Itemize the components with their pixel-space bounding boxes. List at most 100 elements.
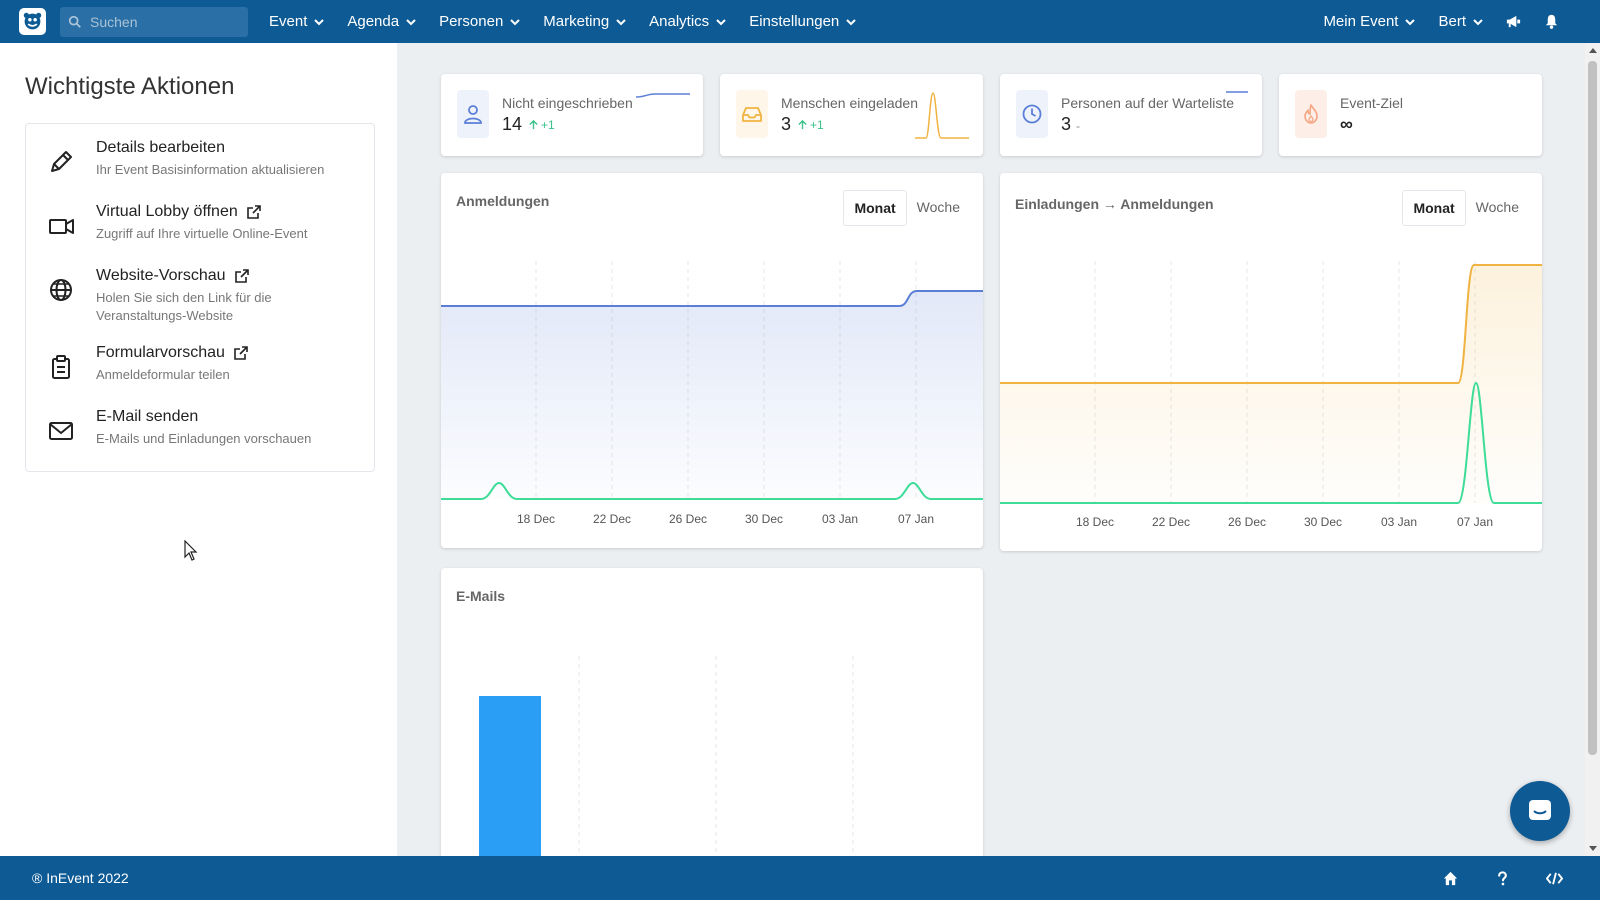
event-switcher[interactable]: Mein Event [1323, 13, 1416, 30]
megaphone-icon [1506, 15, 1520, 28]
inevent-logo[interactable] [19, 8, 46, 35]
chat-launcher-button[interactable] [1510, 781, 1570, 841]
nav-marketing-label: Marketing [543, 13, 610, 30]
nav-marketing[interactable]: Marketing [543, 13, 627, 30]
chat-icon [1529, 800, 1551, 820]
home-button[interactable] [1424, 856, 1476, 900]
stat-card-waitlist[interactable]: Personen auf der Warteliste 3- [1000, 74, 1262, 156]
external-link-icon [234, 346, 248, 360]
stat-card-event-goal[interactable]: Event-Ziel ∞ [1279, 74, 1542, 156]
x-tick-label: 07 Jan [898, 512, 934, 526]
action-title: E-Mail senden [96, 408, 199, 425]
stat-card-not-registered[interactable]: Nicht eingeschrieben 14 +1 [441, 74, 703, 156]
stat-dash: - [1076, 119, 1081, 133]
user-icon [464, 105, 482, 124]
main-nav: Event Agenda Personen Marketing Analytic… [269, 0, 879, 43]
help-button[interactable] [1476, 856, 1528, 900]
nav-agenda[interactable]: Agenda [347, 13, 417, 30]
page-scrollbar[interactable] [1585, 43, 1600, 856]
stat-delta: +1 [797, 118, 824, 132]
inbox-icon [742, 107, 762, 122]
stat-number: 3 [1061, 114, 1072, 134]
external-link-icon [246, 205, 261, 219]
x-tick-label: 22 Dec [1152, 515, 1190, 529]
bell-icon [1545, 14, 1557, 29]
action-send-email[interactable]: E-Mail senden E-Mails und Einladungen vor… [26, 399, 374, 463]
chevron-down-icon [314, 18, 325, 25]
search-input[interactable] [90, 14, 240, 30]
x-tick-label: 18 Dec [517, 512, 555, 526]
action-subtitle: Zugriff auf Ihre virtuelle Online-Event [96, 226, 308, 241]
announcements-button[interactable] [1494, 0, 1532, 43]
stat-icon-wrap [1016, 90, 1048, 138]
registrations-chart-card: Anmeldungen Monat Woche 18 Dec 22 Dec 26 D… [441, 173, 983, 548]
footer: ® InEvent 2022 [0, 856, 1600, 900]
chevron-down-icon [1473, 18, 1483, 25]
scroll-down-arrow[interactable] [1589, 846, 1597, 851]
scroll-thumb[interactable] [1588, 61, 1597, 755]
arrow-up-icon [798, 119, 807, 130]
arrow-up-icon [529, 119, 538, 130]
conversion-chart: 18 Dec 22 Dec 26 Dec 30 Dec 03 Jan 07 Jan [1000, 261, 1542, 529]
action-open-lobby[interactable]: Virtual Lobby öffnen Zugriff auf Ihre vir… [26, 194, 374, 258]
action-form-preview[interactable]: Formularvorschau Anmeldeformular teilen [26, 335, 374, 399]
logo-icon [23, 12, 42, 30]
action-title: Virtual Lobby öffnen [96, 203, 238, 220]
top-navbar: Event Agenda Personen Marketing Analytic… [0, 0, 1600, 43]
chevron-down-icon [716, 18, 726, 25]
emails-chart [479, 656, 854, 868]
stat-icon-wrap [736, 90, 768, 138]
nav-personen[interactable]: Personen [439, 13, 521, 30]
sidebar-title: Wichtigste Aktionen [25, 73, 235, 100]
stat-card-invited[interactable]: Menschen eingeladen 3 +1 [720, 74, 983, 156]
action-subtitle: Ihr Event Basisinformation aktualisieren [96, 162, 325, 177]
registrations-chart: 18 Dec 22 Dec 26 Dec 30 Dec 03 Jan 07 Jan [441, 261, 983, 526]
stat-number: 14 [502, 114, 523, 134]
series-line [1000, 264, 1542, 384]
stat-label: Event-Ziel [1340, 95, 1404, 111]
stat-value: 3- [1061, 114, 1080, 135]
stat-delta-value: +1 [810, 117, 824, 132]
stat-icon-wrap [1295, 90, 1327, 138]
action-title: Formularvorschau [96, 344, 225, 361]
nav-event[interactable]: Event [269, 13, 325, 30]
action-website-preview[interactable]: Website-Vorschau Holen Sie sich den Link … [26, 258, 374, 335]
x-tick-label: 07 Jan [1457, 515, 1493, 529]
sidebar: Wichtigste Aktionen Details bearbeiten Ih… [0, 43, 397, 856]
chevron-down-icon [406, 18, 416, 25]
x-tick-label: 18 Dec [1076, 515, 1114, 529]
question-icon [1497, 870, 1507, 885]
stat-number: 3 [781, 114, 792, 134]
user-menu[interactable]: Bert [1438, 13, 1484, 30]
action-subtitle: E-Mails und Einladungen vorschauen [96, 431, 312, 446]
stat-value: 14 +1 [502, 114, 555, 135]
action-edit-details[interactable]: Details bearbeiten Ihr Event Basisinforma… [26, 130, 374, 194]
chevron-down-icon [510, 18, 521, 25]
emails-chart-card: E-Mails [441, 568, 983, 868]
action-subtitle: Anmeldeformular teilen [96, 367, 230, 382]
x-tick-label: 22 Dec [593, 512, 631, 526]
notifications-button[interactable] [1532, 0, 1570, 43]
stat-delta: +1 [528, 118, 555, 132]
envelope-icon [49, 422, 73, 440]
external-link-icon [234, 269, 249, 283]
series-line [441, 290, 983, 307]
copyright-text: ® InEvent 2022 [32, 870, 129, 886]
scroll-up-arrow[interactable] [1589, 48, 1597, 53]
x-tick-label: 03 Jan [822, 512, 858, 526]
clock-icon [1022, 104, 1042, 124]
series-area [441, 291, 983, 499]
stat-sparkline [1226, 91, 1248, 93]
user-menu-label: Bert [1438, 13, 1466, 30]
developer-button[interactable] [1528, 856, 1580, 900]
search-icon [68, 15, 81, 28]
action-subtitle: Holen Sie sich den Link für die Veransta… [96, 290, 272, 323]
stat-icon-wrap [457, 90, 489, 138]
action-title: Website-Vorschau [96, 267, 226, 284]
conversion-chart-card: Einladungen → Anmeldungen Monat Woche 18… [1000, 173, 1542, 551]
nav-analytics[interactable]: Analytics [649, 13, 727, 30]
nav-einstellungen[interactable]: Einstellungen [749, 13, 857, 30]
search-box[interactable] [60, 7, 248, 37]
stat-number: ∞ [1340, 114, 1353, 134]
actions-list: Details bearbeiten Ihr Event Basisinforma… [25, 123, 375, 472]
